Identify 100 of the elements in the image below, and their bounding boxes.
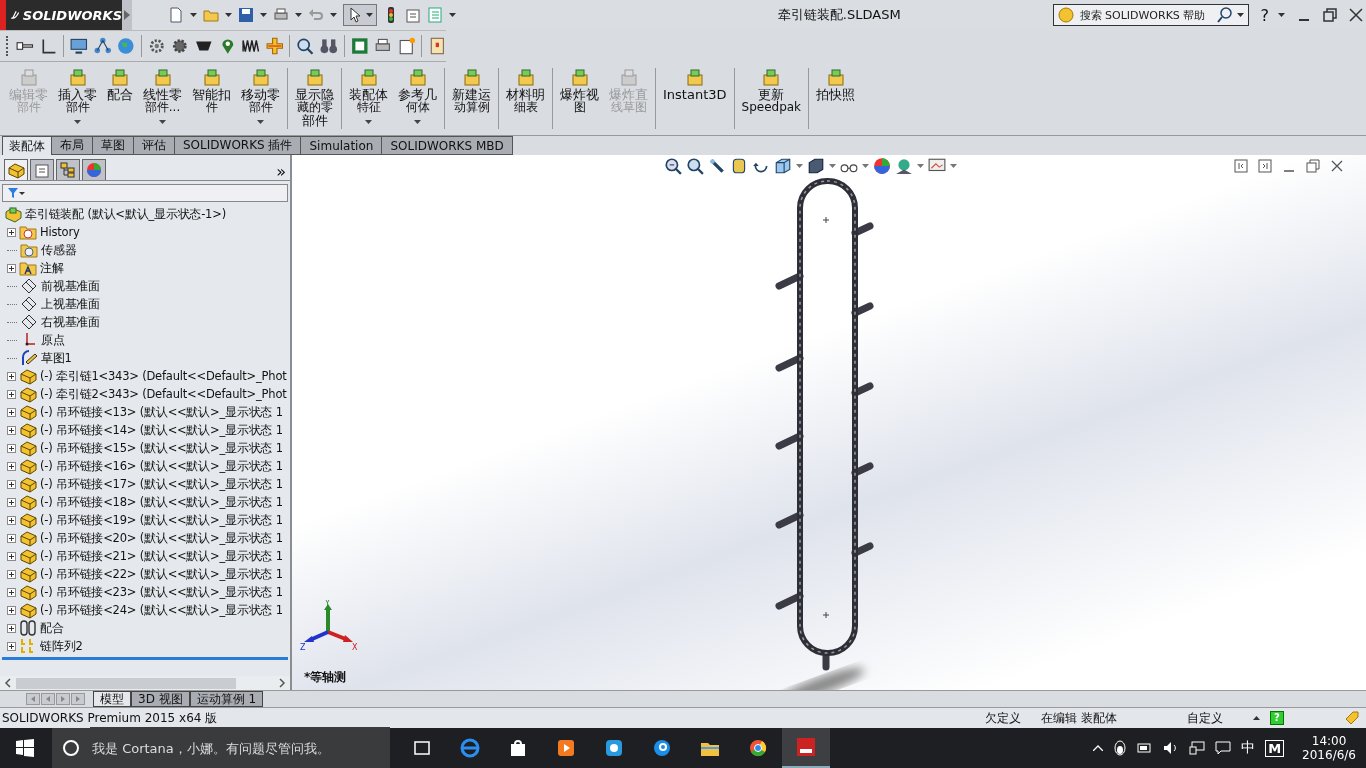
tree-item[interactable]: (-) 吊环链接<24> (默认<<默认>_显示状态 1 <box>4 601 290 619</box>
spring-icon[interactable] <box>242 37 260 55</box>
command-button[interactable]: 显示隐 藏的零 部件 <box>290 66 339 135</box>
select-button[interactable] <box>343 4 377 26</box>
magnifier-icon[interactable] <box>686 157 704 175</box>
caret-icon[interactable] <box>190 13 197 17</box>
caret-icon[interactable] <box>449 13 456 17</box>
command-tab[interactable]: 评估 <box>134 136 175 155</box>
gear-icon[interactable] <box>147 37 166 55</box>
circle-icon[interactable] <box>62 739 80 757</box>
command-button[interactable]: 移动零 部件 <box>236 66 285 135</box>
command-tab[interactable]: 布局 <box>52 136 93 155</box>
cylinder-icon[interactable] <box>730 157 748 175</box>
tree-item[interactable]: (-) 吊环链接<15> (默认<<默认>_显示状态 1 <box>4 439 290 457</box>
scene-icon[interactable] <box>895 157 913 175</box>
tree-item[interactable]: (-) 吊环链接<16> (默认<<默认>_显示状态 1 <box>4 457 290 475</box>
command-button[interactable]: 智能扣 件 <box>187 66 236 135</box>
tile-right-icon[interactable] <box>1258 159 1272 173</box>
caret-icon[interactable] <box>295 13 302 17</box>
clipboard-icon[interactable] <box>405 7 421 23</box>
tree-item[interactable]: (-) 吊环链接<13> (默认<<默认>_显示状态 1 <box>4 403 290 421</box>
expand-arrow-icon[interactable] <box>124 10 130 20</box>
command-button[interactable]: 爆炸视 图 <box>555 66 604 135</box>
model-tab[interactable]: 运动算例 1 <box>189 691 264 707</box>
scroll-left-icon[interactable] <box>4 678 12 688</box>
command-button[interactable]: 插入零 部件 <box>53 66 102 135</box>
command-button[interactable]: 线性零 部件... <box>138 66 187 135</box>
close-icon[interactable] <box>1330 159 1344 173</box>
battery-icon[interactable] <box>1137 743 1154 753</box>
feature-tree-tab[interactable] <box>4 159 28 180</box>
caret-icon[interactable] <box>225 13 232 17</box>
wand-icon[interactable] <box>708 157 726 175</box>
command-button[interactable]: 更新 Speedpak <box>736 66 807 135</box>
tree-item[interactable]: (-) 吊环链接<21> (默认<<默认>_显示状态 1 <box>4 547 290 565</box>
tree-item[interactable]: 右视基准面 <box>4 313 290 331</box>
model-tab[interactable]: 模型 <box>93 691 131 707</box>
clock-date[interactable]: 2016/6/6 <box>1302 748 1356 762</box>
command-button[interactable]: 装配体 特征 <box>344 66 393 135</box>
command-tab[interactable]: 装配体 <box>2 136 52 155</box>
monitor-icon[interactable] <box>70 37 88 55</box>
save-icon[interactable] <box>238 7 254 23</box>
search-icon[interactable] <box>1216 7 1233 23</box>
tree-item[interactable]: 传感器 <box>4 241 290 259</box>
command-button[interactable]: 参考几 何体 <box>393 66 442 135</box>
taskbar-app-button[interactable] <box>782 728 830 768</box>
binoculars-icon[interactable] <box>320 37 338 55</box>
tree-item[interactable]: (-) 牵引链2<343> (Default<<Default>_Phot <box>4 385 290 403</box>
angle-icon[interactable] <box>39 37 58 55</box>
search-field[interactable]: 搜索 SOLIDWORKS 帮助 <box>1052 4 1249 26</box>
appearance-tab[interactable] <box>82 159 106 180</box>
tag-icon[interactable] <box>1344 710 1360 726</box>
filter-field[interactable] <box>2 184 288 202</box>
cube-icon[interactable] <box>774 157 792 175</box>
tree-item[interactable]: History <box>4 223 290 241</box>
caret-icon[interactable] <box>1236 13 1244 17</box>
command-button[interactable]: 拍快照 <box>811 66 861 135</box>
help-book-icon[interactable] <box>428 37 446 55</box>
tree-item[interactable]: 草图1 <box>4 349 290 367</box>
command-tab[interactable]: 草图 <box>93 136 134 155</box>
restore-icon[interactable] <box>1323 8 1337 22</box>
caret-icon[interactable] <box>260 13 267 17</box>
message-icon[interactable] <box>1215 741 1232 755</box>
tree-item[interactable]: 上视基准面 <box>4 295 290 313</box>
new-document-icon[interactable] <box>168 7 184 23</box>
help-button[interactable]: ? <box>1260 5 1269 25</box>
model-tab[interactable]: 3D 视图 <box>131 691 190 707</box>
gear-icon[interactable] <box>171 37 190 55</box>
scroll-right-icon[interactable] <box>278 678 286 688</box>
tree-item[interactable]: 配合 <box>4 619 290 637</box>
input-method-button[interactable]: 中 <box>1241 739 1256 757</box>
tree-item[interactable]: (-) 牵引链1<343> (Default<<Default>_Phot <box>4 367 290 385</box>
tree-item[interactable]: 牵引链装配 (默认<默认_显示状态-1>) <box>4 205 290 223</box>
globe-icon[interactable] <box>117 37 135 55</box>
command-button[interactable]: Instant3D <box>658 66 732 135</box>
tree-item[interactable]: 链阵列2 <box>4 637 290 655</box>
tile-left-icon[interactable] <box>1234 159 1248 173</box>
caret-up-icon[interactable] <box>1093 745 1104 751</box>
checklist-icon[interactable] <box>427 7 443 23</box>
tree-item[interactable]: (-) 吊环链接<14> (默认<<默认>_显示状态 1 <box>4 421 290 439</box>
command-button[interactable]: 配合 <box>102 66 138 135</box>
expand-panel-button[interactable]: » <box>276 164 286 180</box>
caret-icon[interactable] <box>1278 13 1285 17</box>
tree-item[interactable]: (-) 吊环链接<18> (默认<<默认>_显示状态 1 <box>4 493 290 511</box>
zoom-fit-icon[interactable] <box>664 157 682 175</box>
printer-icon[interactable] <box>273 7 289 23</box>
tree-item[interactable]: (-) 吊环链接<19> (默认<<默认>_显示状态 1 <box>4 511 290 529</box>
caret-icon[interactable] <box>330 13 337 17</box>
command-tab[interactable]: Simulation <box>301 136 383 155</box>
caret-up-icon[interactable] <box>1253 716 1260 720</box>
command-button[interactable]: 新建运 动算例 <box>447 66 496 135</box>
cross-icon[interactable] <box>265 37 284 55</box>
command-button[interactable]: 材料明 细表 <box>501 66 550 135</box>
windows-logo-icon[interactable] <box>16 739 34 757</box>
command-tab[interactable]: SOLIDWORKS MBD <box>382 136 513 155</box>
restore-icon[interactable] <box>1306 159 1320 173</box>
tree-item[interactable]: 原点 <box>4 331 290 349</box>
color-ball-icon[interactable] <box>873 157 891 175</box>
horizontal-scrollbar[interactable] <box>0 676 290 690</box>
network-icon[interactable] <box>93 37 112 55</box>
tree-item[interactable]: 前视基准面 <box>4 277 290 295</box>
